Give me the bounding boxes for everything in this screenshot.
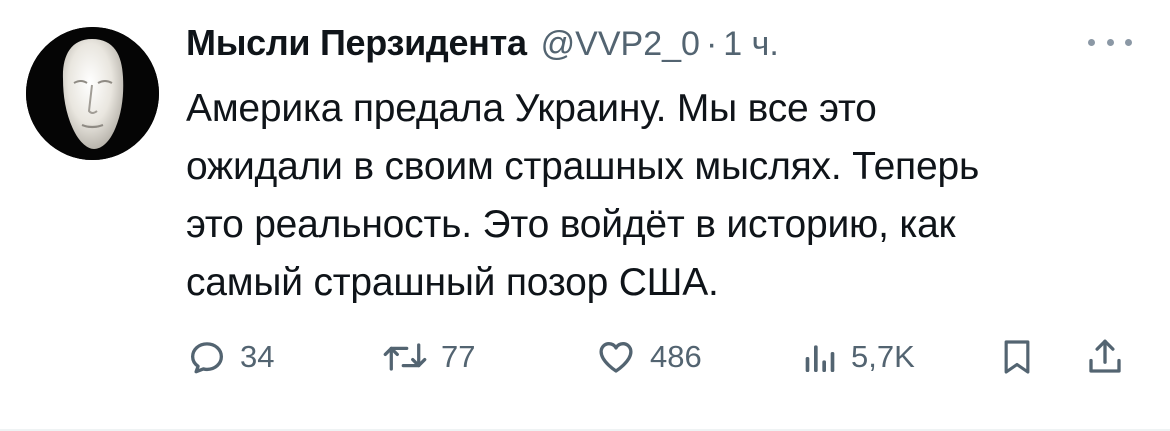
- views-button[interactable]: 5,7K: [799, 332, 915, 382]
- reply-icon: [190, 342, 224, 374]
- retweet-count: 77: [441, 339, 476, 374]
- reply-count: 34: [240, 339, 275, 374]
- bookmark-icon: [1004, 340, 1030, 374]
- tweet-header: Мысли Перзидента @VVP2_0 · 1 ч.: [186, 22, 1140, 70]
- views-icon: [805, 345, 835, 372]
- retweet-button[interactable]: 77: [381, 332, 475, 382]
- tweet-time[interactable]: 1 ч.: [723, 25, 779, 64]
- tweet-text-line: ожидали в своим страшных мыслях. Теперь: [186, 145, 980, 188]
- action-bar: 34 77 486 5,7K: [186, 332, 1141, 382]
- like-button[interactable]: 486: [594, 332, 702, 382]
- tweet-text-line: Америка предала Украину. Мы все это: [186, 87, 877, 130]
- retweet-icon: [383, 343, 427, 371]
- bookmark-button[interactable]: [997, 332, 1037, 382]
- tweet-text-line: самый страшный позор США.: [186, 261, 719, 304]
- tweet-text: Америка предала Украину. Мы все это ожид…: [186, 80, 1140, 312]
- reply-button[interactable]: 34: [186, 332, 274, 382]
- more-options-icon[interactable]: [1088, 32, 1132, 52]
- like-count: 486: [650, 339, 702, 374]
- share-button[interactable]: [1084, 332, 1126, 382]
- tweet-text-line: это реальность. Это войдёт в историю, ка…: [186, 203, 956, 246]
- separator-dot: ·: [705, 25, 718, 63]
- heart-icon: [599, 342, 633, 373]
- tweet[interactable]: Мысли Перзидента @VVP2_0 · 1 ч. Америка …: [0, 0, 1170, 431]
- face-mask-icon: [26, 27, 159, 160]
- more-dot: [1106, 38, 1114, 46]
- views-count: 5,7K: [851, 339, 915, 374]
- avatar[interactable]: [26, 27, 159, 160]
- more-dot: [1088, 38, 1095, 46]
- tweet-content: Мысли Перзидента @VVP2_0 · 1 ч. Америка …: [186, 22, 1140, 312]
- share-icon: [1089, 339, 1121, 373]
- more-dot: [1125, 38, 1132, 46]
- author-name[interactable]: Мысли Перзидента: [186, 22, 527, 64]
- author-handle[interactable]: @VVP2_0: [541, 25, 700, 64]
